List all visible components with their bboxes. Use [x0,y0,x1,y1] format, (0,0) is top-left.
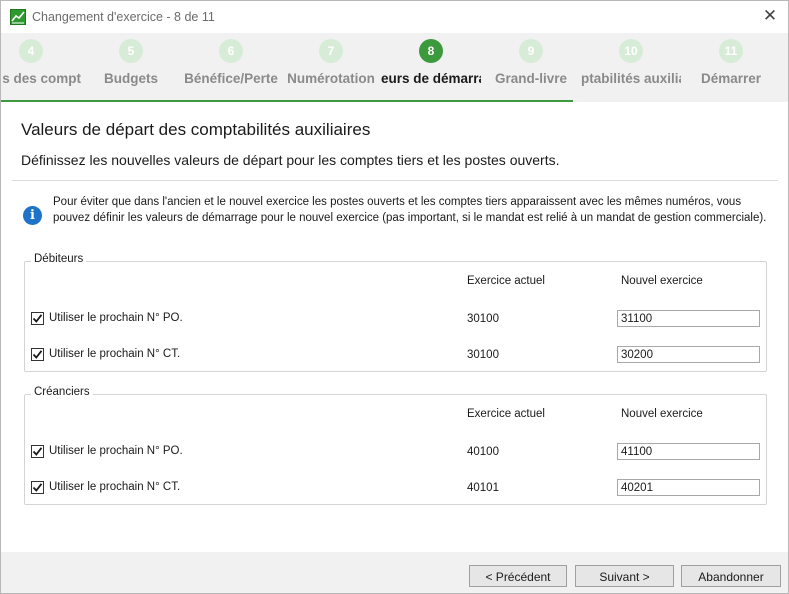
table-row: Utiliser le prochain N° PO. 30100 [25,310,766,330]
close-icon[interactable]: ✕ [761,7,779,25]
progress-underline [1,100,573,102]
step-number: 10 [619,39,643,63]
col-new-header: Nouvel exercice [621,408,703,420]
step-7[interactable]: 7 Numérotation [281,33,381,102]
new-value-input[interactable] [617,310,760,327]
col-new-header: Nouvel exercice [621,275,703,287]
step-number: 9 [519,39,543,63]
page-subtitle: Définissez les nouvelles valeurs de dépa… [21,152,560,168]
step-number: 11 [719,39,743,63]
checkbox-label[interactable]: Utiliser le prochain N° CT. [49,481,180,493]
table-row: Utiliser le prochain N° CT. 30100 [25,346,766,366]
window-title: Changement d'exercice - 8 de 11 [32,10,215,24]
info-icon: i [23,206,42,225]
next-button[interactable]: Suivant > [575,565,674,587]
checkmark-icon [32,447,43,456]
current-value: 40100 [467,446,499,458]
step-label: Budgets [104,71,158,86]
step-label: Numérotation [287,71,375,86]
group-title: Créanciers [31,386,93,398]
step-number: 6 [219,39,243,63]
step-11[interactable]: 11 Démarrer [681,33,781,102]
current-value: 30100 [467,349,499,361]
cancel-button[interactable]: Abandonner [681,565,781,587]
checkmark-icon [32,314,43,323]
step-label: Démarrer [700,71,762,86]
chart-icon [10,9,26,25]
wizard-steps: 4 s des compt 5 Budgets 6 Bénéfice/Perte… [1,33,788,102]
info-text: Pour éviter que dans l'ancien et le nouv… [53,196,767,224]
table-row: Utiliser le prochain N° CT. 40101 [25,479,766,499]
page-title: Valeurs de départ des comptabilités auxi… [21,120,371,139]
step-number: 5 [119,39,143,63]
new-value-input[interactable] [617,346,760,363]
step-number: 4 [19,39,43,63]
checkmark-icon [32,350,43,359]
divider [12,180,778,181]
checkbox-label[interactable]: Utiliser le prochain N° CT. [49,348,180,360]
table-row: Utiliser le prochain N° PO. 40100 [25,443,766,463]
checkmark-icon [32,483,43,492]
use-next-po-checkbox[interactable] [31,445,44,458]
use-next-ct-checkbox[interactable] [31,348,44,361]
creanciers-group: Créanciers Exercice actuel Nouvel exerci… [24,386,767,505]
use-next-ct-checkbox[interactable] [31,481,44,494]
step-9[interactable]: 9 Grand-livre [481,33,581,102]
step-number: 8 [419,39,443,63]
use-next-po-checkbox[interactable] [31,312,44,325]
step-label: ptabilités auxilia [581,71,681,86]
step-10[interactable]: 10 ptabilités auxilia [581,33,681,102]
title-bar: Changement d'exercice - 8 de 11 ✕ [1,1,788,33]
checkbox-label[interactable]: Utiliser le prochain N° PO. [49,312,183,324]
new-value-input[interactable] [617,479,760,496]
checkbox-label[interactable]: Utiliser le prochain N° PO. [49,445,183,457]
previous-button[interactable]: < Précédent [469,565,567,587]
step-label: Grand-livre [494,71,568,86]
step-8[interactable]: 8 eurs de démarra [381,33,481,102]
wizard-window: Changement d'exercice - 8 de 11 ✕ 4 s de… [0,0,789,594]
step-number: 7 [319,39,343,63]
step-5[interactable]: 5 Budgets [81,33,181,102]
current-value: 40101 [467,482,499,494]
step-label: eurs de démarra [381,71,481,86]
new-value-input[interactable] [617,443,760,460]
group-title: Débiteurs [31,253,87,265]
button-bar: < Précédent Suivant > Abandonner [1,552,788,593]
col-current-header: Exercice actuel [467,275,545,287]
step-label: s des compt [2,71,81,86]
step-6[interactable]: 6 Bénéfice/Perte [181,33,281,102]
step-label: Bénéfice/Perte [184,71,278,86]
col-current-header: Exercice actuel [467,408,545,420]
step-4[interactable]: 4 s des compt [1,33,81,102]
current-value: 30100 [467,313,499,325]
debiteurs-group: Débiteurs Exercice actuel Nouvel exercic… [24,253,767,372]
